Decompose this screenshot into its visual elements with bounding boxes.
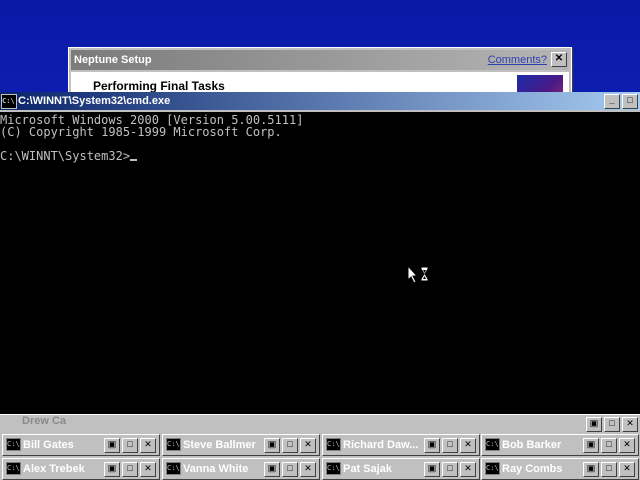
close-button[interactable]: ✕ [460, 462, 476, 477]
task-label: Ray Combs [502, 463, 563, 475]
maximize-button[interactable]: □ [442, 462, 458, 477]
task-item[interactable]: C:\ Bob Barker ▣ □ ✕ [481, 434, 639, 456]
maximize-button[interactable]: □ [601, 438, 617, 453]
maximize-button[interactable]: □ [442, 438, 458, 453]
cmd-title: C:\WINNT\System32\cmd.exe [18, 95, 171, 107]
task-label: Alex Trebek [23, 463, 85, 475]
task-item[interactable]: C:\ Ray Combs ▣ □ ✕ [481, 458, 639, 480]
maximize-button[interactable]: □ [282, 438, 298, 453]
console-prompt-line: C:\WINNT\System32> [0, 149, 138, 163]
minimized-windows: C:\ Bill Gates ▣ □ ✕ C:\ Steve Ballmer ▣ □ ✕… [0, 432, 640, 480]
strip-label: Drew Ca [22, 415, 67, 427]
close-button[interactable]: ✕ [619, 462, 635, 477]
strip-close-button[interactable]: ✕ [622, 417, 638, 432]
close-button[interactable]: ✕ [300, 462, 316, 477]
close-button[interactable]: ✕ [460, 438, 476, 453]
setup-task-heading: Performing Final Tasks [93, 79, 225, 93]
console-icon: C:\ [485, 438, 500, 451]
task-item[interactable]: C:\ Steve Ballmer ▣ □ ✕ [162, 434, 320, 456]
task-item[interactable]: C:\ Richard Daw... ▣ □ ✕ [322, 434, 480, 456]
maximize-button[interactable]: □ [282, 462, 298, 477]
close-button[interactable]: ✕ [619, 438, 635, 453]
console-prompt: C:\WINNT\System32> [0, 149, 131, 163]
minimized-window-strip[interactable]: Drew Ca ▣ □ ✕ [0, 414, 640, 433]
text-cursor [130, 159, 138, 161]
console-output[interactable]: Microsoft Windows 2000 [Version 5.00.511… [0, 112, 640, 414]
task-item[interactable]: C:\ Pat Sajak ▣ □ ✕ [322, 458, 480, 480]
task-item[interactable]: C:\ Alex Trebek ▣ □ ✕ [2, 458, 160, 480]
restore-button[interactable]: ▣ [104, 462, 120, 477]
close-button[interactable]: ✕ [140, 438, 156, 453]
comments-link[interactable]: Comments? [488, 54, 547, 66]
busy-pointer-icon [407, 265, 429, 284]
console-icon[interactable]: C:\ [1, 94, 17, 109]
task-item[interactable]: C:\ Bill Gates ▣ □ ✕ [2, 434, 160, 456]
cmd-window[interactable]: C:\ C:\WINNT\System32\cmd.exe _ □ Micros… [0, 92, 640, 414]
close-button[interactable]: ✕ [140, 462, 156, 477]
restore-button[interactable]: ▣ [424, 462, 440, 477]
restore-button[interactable]: ▣ [264, 438, 280, 453]
strip-restore-button[interactable]: ▣ [586, 417, 602, 432]
maximize-button[interactable]: □ [122, 462, 138, 477]
task-label: Bob Barker [502, 439, 562, 451]
task-label: Bill Gates [23, 439, 74, 451]
restore-button[interactable]: ▣ [583, 438, 599, 453]
setup-title: Neptune Setup [74, 54, 152, 66]
console-icon: C:\ [6, 462, 21, 475]
task-item[interactable]: C:\ Vanna White ▣ □ ✕ [162, 458, 320, 480]
console-icon: C:\ [166, 462, 181, 475]
maximize-button[interactable]: □ [122, 438, 138, 453]
minimize-button[interactable]: _ [604, 94, 620, 109]
restore-button[interactable]: ▣ [264, 462, 280, 477]
strip-maximize-button[interactable]: □ [604, 417, 620, 432]
console-icon: C:\ [166, 438, 181, 451]
console-icon: C:\ [6, 438, 21, 451]
console-icon: C:\ [326, 438, 341, 451]
maximize-button[interactable]: □ [622, 94, 638, 109]
console-icon: C:\ [326, 462, 341, 475]
console-icon: C:\ [485, 462, 500, 475]
task-label: Vanna White [183, 463, 249, 475]
setup-close-button[interactable]: ✕ [551, 52, 567, 67]
restore-button[interactable]: ▣ [424, 438, 440, 453]
restore-button[interactable]: ▣ [104, 438, 120, 453]
restore-button[interactable]: ▣ [583, 462, 599, 477]
task-label: Richard Daw... [343, 439, 419, 451]
cmd-title-bar[interactable]: C:\ C:\WINNT\System32\cmd.exe _ □ [0, 92, 640, 110]
console-line-copyright: (C) Copyright 1985-1999 Microsoft Corp. [0, 125, 282, 139]
maximize-button[interactable]: □ [601, 462, 617, 477]
close-button[interactable]: ✕ [300, 438, 316, 453]
task-label: Steve Ballmer [183, 439, 256, 451]
task-label: Pat Sajak [343, 463, 392, 475]
setup-title-bar[interactable]: Neptune Setup Comments? ✕ [71, 50, 569, 70]
